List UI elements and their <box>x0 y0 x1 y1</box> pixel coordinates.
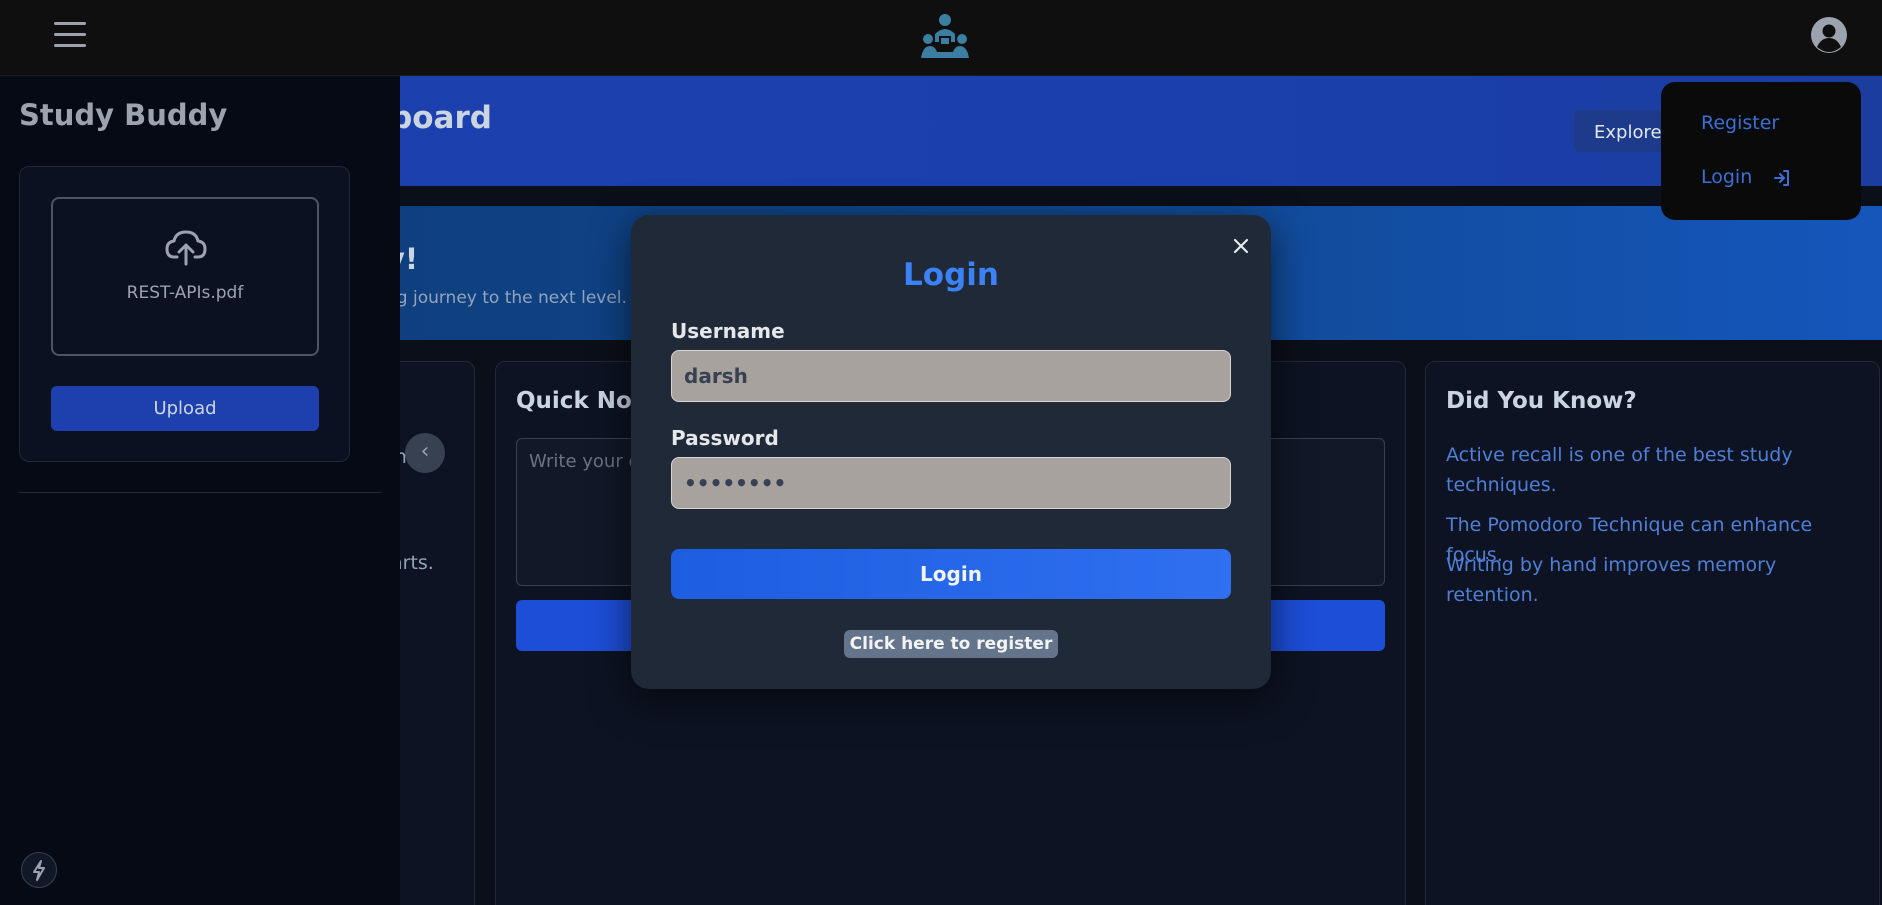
upload-card: REST-APIs.pdf Upload <box>19 166 350 462</box>
sidebar-divider <box>19 492 381 493</box>
top-navbar <box>0 0 1882 76</box>
fact-item: Writing by hand improves memory retentio… <box>1446 554 1777 606</box>
login-menu-item[interactable]: Login <box>1701 166 1792 188</box>
modal-title: Login <box>903 257 999 293</box>
profile-dropdown: Register Login <box>1661 82 1861 220</box>
password-label: Password <box>671 426 779 450</box>
user-circle-icon[interactable] <box>1810 16 1848 54</box>
hamburger-icon[interactable] <box>54 22 86 48</box>
login-button[interactable]: Login <box>671 549 1231 599</box>
lightning-bolt-icon <box>33 860 45 881</box>
selected-file-name: REST-APIs.pdf <box>126 283 244 303</box>
fact-item: Active recall is one of the best study t… <box>1446 444 1793 496</box>
group-study-logo[interactable] <box>919 12 971 60</box>
banner-subtitle: ng journey to the next level. E <box>386 288 644 308</box>
app-root: nboard g. Explore y! ng journey to the n… <box>0 0 1882 905</box>
upload-button[interactable]: Upload <box>51 386 319 431</box>
file-drop-zone[interactable]: REST-APIs.pdf <box>51 197 319 356</box>
close-icon[interactable] <box>1228 233 1254 259</box>
register-link[interactable]: Click here to register <box>844 630 1058 658</box>
quick-action-button[interactable] <box>21 852 57 888</box>
username-label: Username <box>671 319 785 343</box>
password-input[interactable] <box>671 457 1231 509</box>
cloud-upload-icon <box>165 230 207 266</box>
carousel-prev-button[interactable]: ‹ <box>405 433 445 473</box>
register-menu-item[interactable]: Register <box>1701 112 1779 134</box>
did-you-know-title: Did You Know? <box>1446 388 1637 414</box>
login-menu-label: Login <box>1701 166 1753 188</box>
did-you-know-card: Did You Know? Active recall is one of th… <box>1425 361 1880 905</box>
login-modal: Login Username Password Login Click here… <box>631 215 1271 689</box>
username-input[interactable] <box>671 350 1231 402</box>
sidebar-title: Study Buddy <box>19 98 228 132</box>
sidebar: Study Buddy REST-APIs.pdf Upload <box>0 76 400 905</box>
sign-in-icon <box>1774 169 1790 186</box>
